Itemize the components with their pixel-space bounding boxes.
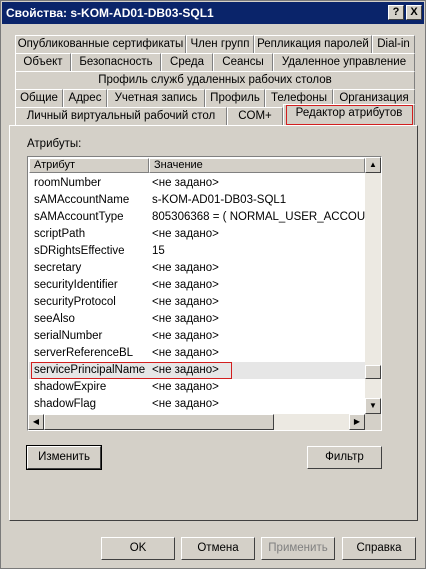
horizontal-scroll-thumb[interactable] [44, 414, 274, 430]
cancel-button[interactable]: Отмена [181, 537, 255, 560]
list-item[interactable]: securityProtocol <не задано> [29, 294, 365, 311]
list-item[interactable]: scriptPath <не задано> [29, 226, 365, 243]
tab-environment[interactable]: Среда [161, 53, 213, 71]
list-item[interactable]: secretary <не задано> [29, 260, 365, 277]
properties-dialog: Свойства: s-KOM-AD01-DB03-SQL1 ? X Опубл… [0, 0, 426, 569]
tab-published-certs[interactable]: Опубликованные сертификаты [15, 35, 186, 53]
help-title-button[interactable]: ? [388, 5, 404, 20]
list-item[interactable]: sAMAccountType 805306368 = ( NORMAL_USER_… [29, 209, 381, 226]
list-item[interactable]: serialNumber <не задано> [29, 328, 365, 345]
tab-general[interactable]: Общие [15, 89, 63, 107]
filter-button[interactable]: Фильтр [307, 446, 382, 469]
list-item[interactable]: roomNumber <не задано> [29, 175, 365, 192]
list-item[interactable]: sDRightsEffective 15 [29, 243, 365, 260]
list-item[interactable]: shadowFlag <не задано> [29, 396, 365, 413]
column-header-attribute[interactable]: Атрибут [29, 158, 149, 173]
vertical-scroll-thumb[interactable] [365, 365, 381, 379]
tab-password-replication[interactable]: Репликация паролей [254, 35, 372, 53]
tab-personal-virtual-desktop[interactable]: Личный виртуальный рабочий стол [15, 107, 227, 125]
scroll-right-icon[interactable]: ▶ [349, 414, 365, 430]
tab-dial-in[interactable]: Dial-in [372, 35, 415, 53]
ok-button[interactable]: OK [101, 537, 175, 560]
help-button[interactable]: Справка [342, 537, 416, 560]
active-tab-highlight [286, 105, 413, 125]
tab-member-of[interactable]: Член групп [186, 35, 254, 53]
tab-sessions[interactable]: Сеансы [213, 53, 273, 71]
selected-row-highlight [31, 362, 232, 379]
tab-remote-control[interactable]: Удаленное управление [273, 53, 415, 71]
edit-button[interactable]: Изменить [26, 445, 102, 470]
list-item[interactable]: serverReferenceBL <не задано> [29, 345, 365, 362]
list-item[interactable]: shadowExpire <не задано> [29, 379, 365, 396]
list-item[interactable]: seeAlso <не задано> [29, 311, 365, 328]
attributes-list[interactable]: Атрибут Значение roomNumber <не задано> s… [27, 156, 382, 431]
scroll-down-icon[interactable]: ▼ [365, 398, 381, 414]
title-bar: Свойства: s-KOM-AD01-DB03-SQL1 ? X [2, 2, 424, 24]
scrollbar-corner [365, 414, 381, 430]
list-item[interactable]: securityIdentifier <не задано> [29, 277, 365, 294]
tab-account[interactable]: Учетная запись [107, 89, 205, 107]
scroll-left-icon[interactable]: ◀ [28, 414, 44, 430]
tab-profile[interactable]: Профиль [205, 89, 265, 107]
apply-button[interactable]: Применить [261, 537, 335, 560]
tab-security[interactable]: Безопасность [71, 53, 161, 71]
tab-com-plus[interactable]: COM+ [227, 107, 283, 125]
list-item[interactable]: sAMAccountName s-KOM-AD01-DB03-SQL1 [29, 192, 365, 209]
attributes-label: Атрибуты: [27, 138, 82, 150]
tab-address[interactable]: Адрес [63, 89, 107, 107]
window-title: Свойства: s-KOM-AD01-DB03-SQL1 [6, 6, 214, 20]
tab-rds-profile[interactable]: Профиль служб удаленных рабочих столов [15, 71, 415, 89]
close-title-button[interactable]: X [406, 5, 422, 20]
tab-object[interactable]: Объект [15, 53, 71, 71]
column-header-value[interactable]: Значение [149, 158, 365, 173]
scroll-up-icon[interactable]: ▲ [365, 157, 381, 173]
